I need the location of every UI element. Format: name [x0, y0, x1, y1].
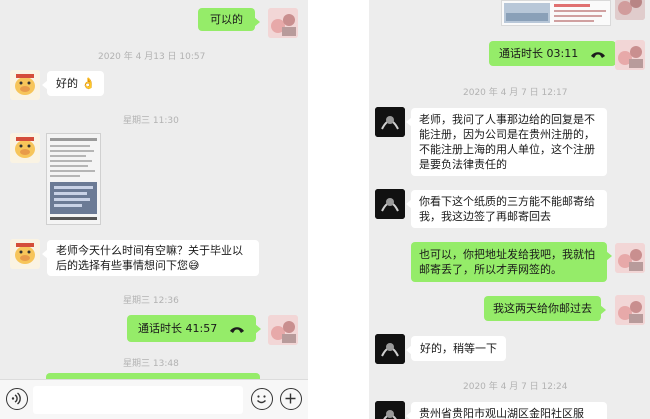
phone-call-icon	[229, 326, 244, 333]
call-duration-text: 通话时长 03:11	[499, 47, 579, 60]
phone-call-icon	[590, 51, 605, 58]
photo-avatar-image	[268, 315, 298, 345]
emoji-button[interactable]	[251, 388, 273, 410]
document-screenshot-image	[502, 1, 610, 25]
message-bubble-other[interactable]: 老师今天什么时间有空嘛？关于毕业以后的选择有些事情想问下您😅	[42, 240, 259, 276]
dark-avatar[interactable]	[375, 189, 405, 219]
voice-icon	[11, 392, 21, 405]
photo-avatar-image	[268, 8, 298, 38]
message-text: 老师今天什么时间有空嘛？关于毕业以后的选择有些事情想问下您	[56, 244, 243, 272]
dark-avatar-image	[375, 334, 405, 364]
message-text: 老师，我问了人事那边给的回复是不能注册，因为公司是在贵州注册的，不能注册上海的用…	[419, 113, 595, 171]
timestamp: 星期三 12:36	[123, 296, 179, 306]
chat-input-bar	[0, 379, 308, 419]
photo-avatar[interactable]	[615, 0, 645, 20]
message-bubble-self[interactable]: 可以的	[198, 8, 260, 31]
message-text: 也可以，你把地址发给我吧，我就怕邮寄丢了，所以才弄网签的。	[419, 248, 595, 276]
photo-avatar[interactable]	[615, 295, 645, 325]
pig-avatar-image	[10, 70, 40, 100]
timestamp: 2020 年 4 月 7 日 12:24	[463, 382, 568, 392]
call-record-bubble[interactable]: 通话时长 03:11	[489, 41, 621, 66]
image-message-thumbnail[interactable]	[501, 0, 611, 26]
timestamp: 星期三 13:48	[123, 359, 179, 369]
message-bubble-other[interactable]: 贵州省贵阳市观山湖区金阳社区服	[406, 402, 607, 419]
timestamp: 2020 年 4 月 7 日 12:17	[463, 88, 568, 98]
message-text: 可以的	[210, 13, 243, 26]
plus-button[interactable]	[280, 388, 302, 410]
photo-avatar-image	[615, 0, 645, 20]
dark-avatar-image	[375, 401, 405, 419]
emoji-icon	[257, 395, 266, 404]
message-text: 好的，稍等一下	[420, 342, 497, 355]
timestamp: 2020 年 4 月13 日 10:57	[98, 52, 206, 62]
pig-avatar[interactable]	[10, 70, 40, 100]
voice-button[interactable]	[6, 388, 28, 410]
pig-avatar-image	[10, 133, 40, 163]
photo-avatar[interactable]	[268, 8, 298, 38]
document-screenshot-image	[47, 134, 100, 224]
message-bubble-self[interactable]: 也可以，你把地址发给我吧，我就怕邮寄丢了，所以才弄网签的。	[411, 242, 612, 282]
message-text: 你看下这个纸质的三方能不能邮寄给我，我这边签了再邮寄回去	[419, 195, 595, 223]
dark-avatar-image	[375, 107, 405, 137]
message-text: 好的	[56, 77, 78, 90]
message-input[interactable]	[33, 386, 243, 414]
photo-avatar[interactable]	[615, 243, 645, 273]
photo-avatar[interactable]	[615, 40, 645, 70]
left-chat-screenshot: 可以的 2020 年 4 月13 日 10:57 好的 👌 星期三 11:30	[0, 0, 308, 419]
call-record-bubble[interactable]: 通话时长 41:57	[127, 315, 261, 342]
message-text: 我这两天给你邮过去	[493, 302, 592, 315]
message-bubble-self[interactable]: 我这两天给你邮过去	[484, 296, 606, 321]
dark-avatar[interactable]	[375, 107, 405, 137]
call-duration-text: 通话时长 41:57	[138, 322, 218, 335]
dark-avatar[interactable]	[375, 401, 405, 419]
message-bubble-other[interactable]: 你看下这个纸质的三方能不能邮寄给我，我这边签了再邮寄回去	[406, 190, 607, 228]
dark-avatar-image	[375, 189, 405, 219]
message-bubble-other[interactable]: 老师，我问了人事那边给的回复是不能注册，因为公司是在贵州注册的，不能注册上海的用…	[406, 108, 607, 176]
photo-avatar-image	[615, 295, 645, 325]
timestamp: 星期三 11:30	[123, 116, 179, 126]
image-message-thumbnail[interactable]	[46, 133, 101, 225]
ok-hand-emoji: 👌	[81, 77, 96, 90]
plus-icon	[285, 393, 296, 404]
right-chat-screenshot: 通话时长 03:11 2020 年 4 月 7 日 12:17 老师，我问了人事…	[369, 0, 650, 419]
photo-avatar-image	[615, 243, 645, 273]
dark-avatar[interactable]	[375, 334, 405, 364]
message-bubble-other[interactable]: 好的 👌	[41, 71, 105, 96]
message-text: 贵州省贵阳市观山湖区金阳社区服	[419, 407, 584, 419]
pig-avatar-image	[10, 239, 40, 269]
pig-avatar[interactable]	[10, 239, 40, 269]
message-bubble-other[interactable]: 好的，稍等一下	[406, 336, 506, 361]
pig-avatar[interactable]	[10, 133, 40, 163]
photo-avatar[interactable]	[268, 315, 298, 345]
sweat-emoji: 😅	[188, 259, 200, 272]
photo-avatar-image	[615, 40, 645, 70]
